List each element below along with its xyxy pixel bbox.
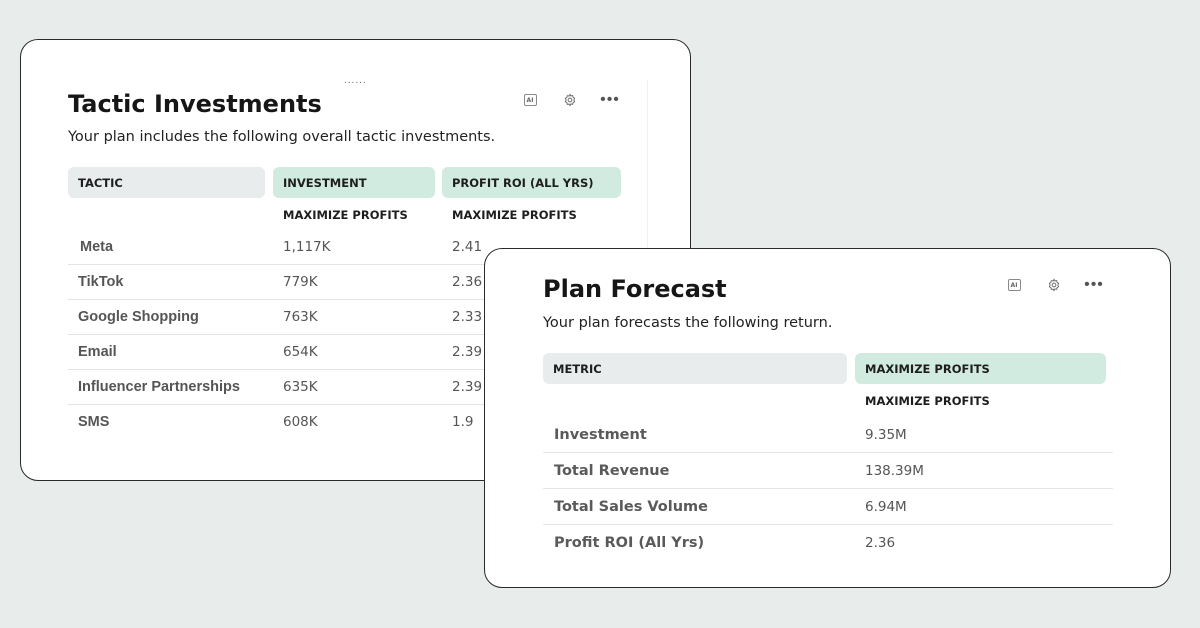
- card-toolbar: AI •••: [994, 274, 1114, 296]
- investment-value: 654K: [283, 344, 318, 360]
- investment-value: 763K: [283, 309, 318, 325]
- column-header-tactic[interactable]: TACTIC: [68, 167, 265, 198]
- subheader-profit-roi: MAXIMIZE PROFITS: [452, 208, 577, 222]
- metric-name: Investment: [554, 427, 647, 443]
- tactic-name: Meta: [80, 239, 114, 255]
- metric-name: Total Sales Volume: [554, 499, 708, 515]
- column-header-maximize-profits[interactable]: MAXIMIZE PROFITS: [855, 353, 1106, 384]
- more-horizontal-icon: •••: [1084, 276, 1104, 293]
- card-subtitle: Your plan includes the following overall…: [68, 129, 496, 145]
- roi-value: 2.33: [452, 309, 483, 325]
- tactic-name: TikTok: [78, 274, 124, 290]
- gear-icon: [564, 93, 576, 107]
- card-title: Plan Forecast: [543, 275, 727, 303]
- tactic-name: Influencer Partnerships: [78, 379, 240, 395]
- table-row[interactable]: Investment 9.35M: [543, 418, 1113, 453]
- table-row[interactable]: Profit ROI (All Yrs) 2.36: [543, 526, 1113, 561]
- settings-button[interactable]: [550, 89, 590, 111]
- subheader-maximize-profits: MAXIMIZE PROFITS: [865, 394, 990, 408]
- card-title: Tactic Investments: [68, 90, 322, 118]
- ai-icon: AI: [523, 94, 537, 106]
- metric-name: Total Revenue: [554, 463, 670, 479]
- investment-value: 635K: [283, 379, 318, 395]
- tactic-name: Google Shopping: [78, 309, 199, 325]
- investment-value: 1,117K: [283, 239, 331, 255]
- drag-handle[interactable]: ......: [344, 76, 367, 86]
- table-row[interactable]: Total Sales Volume 6.94M: [543, 490, 1113, 525]
- investment-value: 608K: [283, 414, 318, 430]
- plan-forecast-card: Plan Forecast Your plan forecasts the fo…: [484, 248, 1171, 588]
- roi-value: 2.39: [452, 379, 483, 395]
- roi-value: 1.9: [452, 414, 474, 430]
- metric-name: Profit ROI (All Yrs): [554, 535, 705, 551]
- card-subtitle: Your plan forecasts the following return…: [543, 315, 833, 331]
- metric-value: 9.35M: [865, 427, 907, 443]
- investment-value: 779K: [283, 274, 318, 290]
- gear-icon: [1048, 278, 1060, 292]
- column-header-metric[interactable]: METRIC: [543, 353, 847, 384]
- ai-button[interactable]: AI: [510, 89, 550, 111]
- ai-icon: AI: [1007, 279, 1021, 291]
- more-horizontal-icon: •••: [600, 91, 620, 108]
- ai-button[interactable]: AI: [994, 274, 1034, 296]
- tactic-name: Email: [78, 344, 117, 360]
- column-header-investment[interactable]: INVESTMENT: [273, 167, 435, 198]
- settings-button[interactable]: [1034, 274, 1074, 296]
- roi-value: 2.36: [452, 274, 483, 290]
- metric-value: 6.94M: [865, 499, 907, 515]
- card-toolbar: AI •••: [510, 89, 630, 111]
- more-options-button[interactable]: •••: [590, 89, 630, 111]
- roi-value: 2.39: [452, 344, 483, 360]
- column-header-profit-roi[interactable]: PROFIT ROI (ALL YRS): [442, 167, 621, 198]
- metric-value: 2.36: [865, 535, 896, 551]
- subheader-investment: MAXIMIZE PROFITS: [283, 208, 408, 222]
- metric-value: 138.39M: [865, 463, 924, 479]
- tactic-name: SMS: [78, 414, 110, 430]
- table-row[interactable]: Total Revenue 138.39M: [543, 454, 1113, 489]
- roi-value: 2.41: [452, 239, 483, 255]
- more-options-button[interactable]: •••: [1074, 274, 1114, 296]
